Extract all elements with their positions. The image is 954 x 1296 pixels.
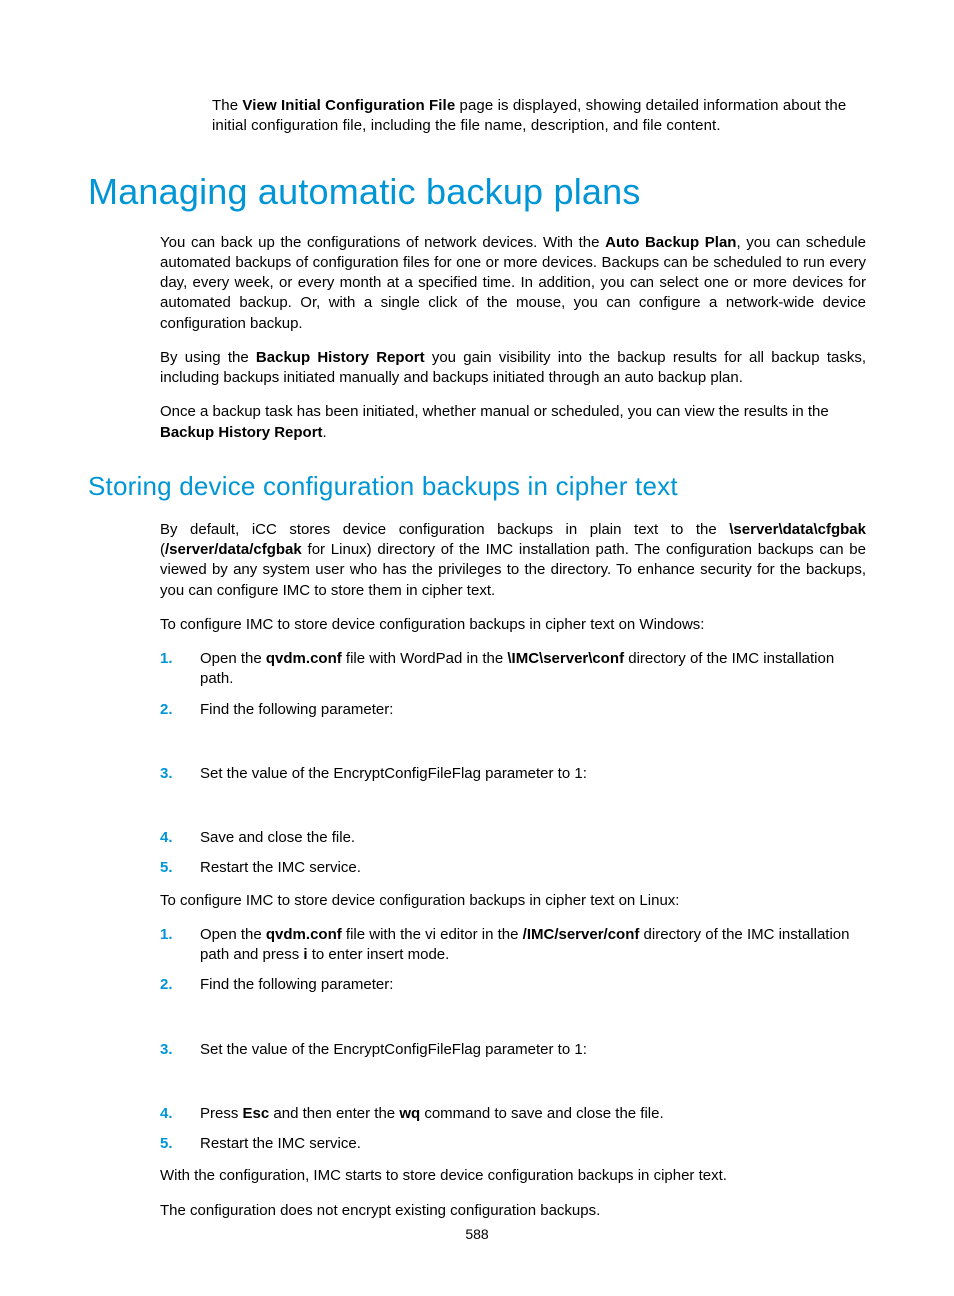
step-item: 2. Find the following parameter: [160, 975, 866, 995]
step-item: 5. Restart the IMC service. [160, 1134, 866, 1154]
text: file with WordPad in the [342, 650, 508, 667]
paragraph: You can back up the configurations of ne… [160, 233, 866, 334]
bold-text: qvdm.conf [266, 926, 342, 943]
bold-text: \IMC\server\conf [507, 650, 624, 667]
bold-text: Auto Backup Plan [605, 234, 736, 251]
step-item: 1. Open the qvdm.conf file with the vi e… [160, 925, 866, 966]
bold-text: wq [399, 1105, 420, 1122]
text: Set the value of the EncryptConfigFileFl… [200, 1041, 587, 1058]
step-number: 4. [160, 1104, 173, 1124]
step-item: 1. Open the qvdm.conf file with WordPad … [160, 649, 866, 690]
step-number: 3. [160, 764, 173, 784]
step-item: 4. Press Esc and then enter the wq comma… [160, 1104, 866, 1124]
subsection-body: By default, iCC stores device configurat… [160, 520, 866, 1221]
paragraph: By default, iCC stores device configurat… [160, 520, 866, 601]
paragraph: Once a backup task has been initiated, w… [160, 402, 866, 443]
heading-1: Managing automatic backup plans [88, 171, 866, 213]
document-page: The View Initial Configuration File page… [0, 0, 954, 1296]
bold-text: /server/data/cfgbak [165, 541, 302, 558]
step-number: 2. [160, 975, 173, 995]
step-item: 3. Set the value of the EncryptConfigFil… [160, 1040, 866, 1060]
text: Find the following parameter: [200, 701, 393, 718]
intro-paragraph: The View Initial Configuration File page… [212, 96, 866, 137]
paragraph: To configure IMC to store device configu… [160, 615, 866, 635]
step-number: 1. [160, 649, 173, 669]
text: You can back up the configurations of ne… [160, 234, 605, 251]
step-item: 2. Find the following parameter: [160, 700, 866, 720]
text: file with the vi editor in the [342, 926, 523, 943]
step-number: 3. [160, 1040, 173, 1060]
step-number: 2. [160, 700, 173, 720]
steps-windows: 1. Open the qvdm.conf file with WordPad … [160, 649, 866, 879]
step-number: 4. [160, 828, 173, 848]
text: By default, iCC stores device configurat… [160, 521, 729, 538]
text: Once a backup task has been initiated, w… [160, 403, 829, 420]
text: Open the [200, 926, 266, 943]
text: Restart the IMC service. [200, 1135, 361, 1152]
paragraph: With the configuration, IMC starts to st… [160, 1166, 866, 1186]
step-number: 5. [160, 858, 173, 878]
heading-2: Storing device configuration backups in … [88, 471, 866, 502]
text: Press [200, 1105, 243, 1122]
text: to enter insert mode. [308, 946, 450, 963]
step-number: 1. [160, 925, 173, 945]
bold-text: Backup History Report [256, 349, 425, 366]
step-number: 5. [160, 1134, 173, 1154]
steps-linux: 1. Open the qvdm.conf file with the vi e… [160, 925, 866, 1155]
text: Save and close the file. [200, 829, 355, 846]
section-body: You can back up the configurations of ne… [160, 233, 866, 443]
step-item: 4. Save and close the file. [160, 828, 866, 848]
text: By using the [160, 349, 256, 366]
text: and then enter the [269, 1105, 399, 1122]
step-item: 3. Set the value of the EncryptConfigFil… [160, 764, 866, 784]
page-number: 588 [0, 1226, 954, 1242]
bold-text: /IMC/server/conf [523, 926, 640, 943]
text: . [323, 424, 327, 441]
bold-text: Backup History Report [160, 424, 323, 441]
text: Restart the IMC service. [200, 859, 361, 876]
text: The [212, 97, 242, 114]
text: Find the following parameter: [200, 976, 393, 993]
paragraph: The configuration does not encrypt exist… [160, 1201, 866, 1221]
bold-text: \server\data\cfgbak [729, 521, 866, 538]
bold-text: View Initial Configuration File [242, 97, 455, 114]
bold-text: Esc [243, 1105, 270, 1122]
text: command to save and close the file. [420, 1105, 663, 1122]
step-item: 5. Restart the IMC service. [160, 858, 866, 878]
text: Open the [200, 650, 266, 667]
paragraph: By using the Backup History Report you g… [160, 348, 866, 389]
paragraph: To configure IMC to store device configu… [160, 891, 866, 911]
bold-text: qvdm.conf [266, 650, 342, 667]
text: Set the value of the EncryptConfigFileFl… [200, 765, 587, 782]
